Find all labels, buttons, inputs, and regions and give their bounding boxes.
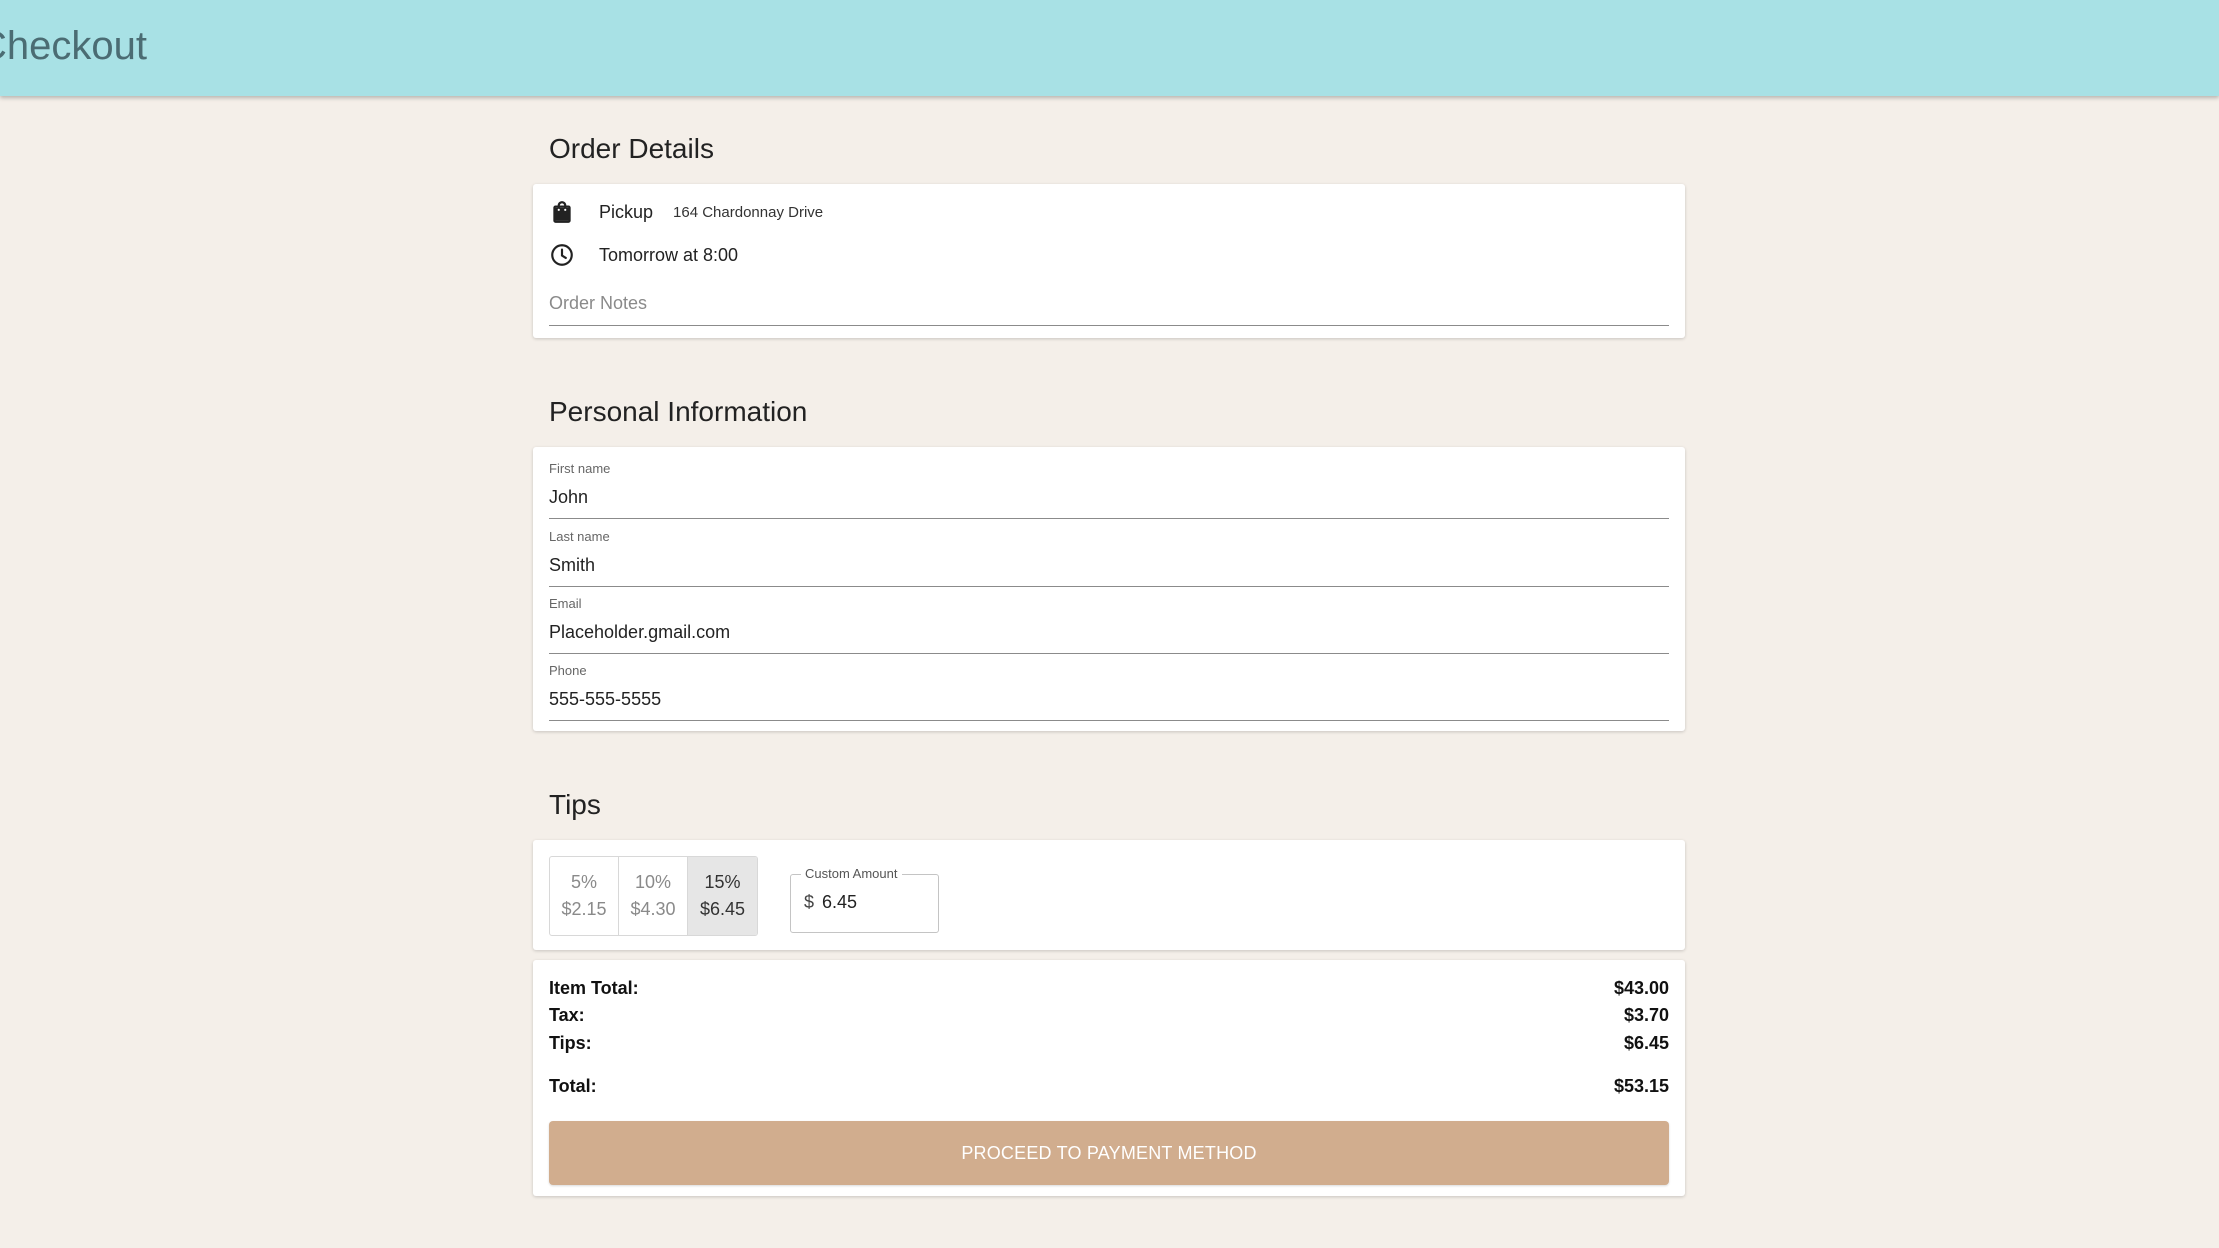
tip-percent: 5% (570, 872, 597, 892)
tips-label: Tips: (549, 1033, 592, 1053)
tips-card: 5% $2.15 10% $4.30 15% $6.45 Custom Amou… (533, 840, 1685, 950)
tip-options: 5% $2.15 10% $4.30 15% $6.45 (549, 856, 758, 936)
pickup-time: Tomorrow at 8:00 (599, 244, 739, 265)
personal-info-heading: Personal Information (549, 396, 808, 427)
order-summary-card: Item Total: $43.00 Tax: $3.70 Tips: $6.4… (533, 960, 1685, 1196)
first-name-value[interactable]: John (549, 485, 588, 509)
item-total-label: Item Total: (549, 978, 639, 998)
total-value: $53.15 (1613, 1076, 1669, 1096)
clock-icon (549, 242, 575, 268)
last-name-value[interactable]: Smith (549, 553, 595, 577)
first-name-field[interactable]: First name John (549, 461, 1669, 519)
order-details-card: Pickup 164 Chardonnay Drive Tomorrow at … (533, 184, 1685, 338)
order-mode-label: Pickup (599, 201, 654, 222)
first-name-label: First name (549, 461, 611, 476)
order-details-heading: Order Details (549, 133, 714, 164)
tax-row: Tax: $3.70 (549, 1003, 1669, 1027)
pickup-address: 164 Chardonnay Drive (673, 203, 824, 221)
tip-option-10[interactable]: 10% $4.30 (619, 857, 688, 935)
tax-value: $3.70 (1623, 1005, 1669, 1025)
last-name-field[interactable]: Last name Smith (549, 529, 1669, 587)
page-title: Checkout (0, 24, 147, 68)
pickup-row[interactable]: Pickup 164 Chardonnay Drive (549, 199, 823, 225)
tip-percent: 10% (634, 872, 672, 892)
tax-label: Tax: (549, 1005, 585, 1025)
tip-amount: $6.45 (699, 899, 746, 919)
total-row: Total: $53.15 (549, 1074, 1669, 1098)
phone-field[interactable]: Phone 555-555-5555 (549, 663, 1669, 721)
custom-amount-field[interactable]: Custom Amount $ (790, 866, 939, 933)
tip-percent: 15% (704, 872, 741, 892)
last-name-label: Last name (549, 529, 610, 544)
tips-row: Tips: $6.45 (549, 1031, 1669, 1055)
email-field[interactable]: Email Placeholder.gmail.com (549, 596, 1669, 654)
shopping-bag-icon (549, 199, 575, 225)
item-total-value: $43.00 (1613, 978, 1669, 998)
tips-value: $6.45 (1623, 1033, 1669, 1053)
phone-value[interactable]: 555-555-5555 (549, 687, 661, 711)
currency-prefix: $ (804, 892, 815, 912)
pickup-time-row[interactable]: Tomorrow at 8:00 (549, 242, 738, 268)
custom-amount-label: Custom Amount (801, 866, 902, 882)
email-label: Email (549, 596, 582, 611)
app-bar: Checkout (0, 0, 2219, 96)
tips-heading: Tips (549, 789, 601, 820)
tip-option-5[interactable]: 5% $2.15 (550, 857, 619, 935)
item-total-row: Item Total: $43.00 (549, 976, 1669, 1000)
total-label: Total: (549, 1076, 597, 1096)
phone-label: Phone (549, 663, 587, 678)
email-value[interactable]: Placeholder.gmail.com (549, 620, 730, 644)
custom-amount-input[interactable] (822, 892, 922, 913)
tip-amount: $4.30 (630, 899, 676, 919)
order-notes-input[interactable]: Order Notes (549, 288, 1669, 326)
personal-info-card: First name John Last name Smith Email Pl… (533, 447, 1685, 731)
proceed-to-payment-button[interactable]: PROCEED TO PAYMENT METHOD (549, 1121, 1669, 1185)
tip-amount: $2.15 (561, 899, 607, 919)
tip-option-15[interactable]: 15% $6.45 (688, 857, 757, 935)
